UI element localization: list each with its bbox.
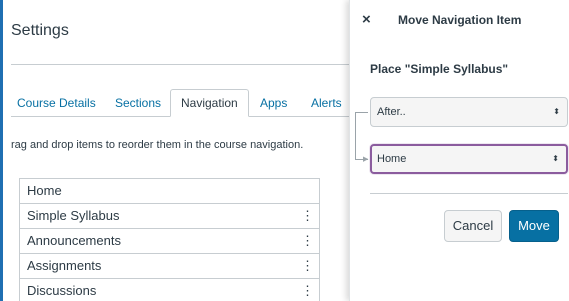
cancel-button[interactable]: Cancel [444, 210, 502, 242]
app-root: Settings Course Details Sections Navigat… [0, 0, 569, 301]
target-item-select[interactable]: Home ⬍ [370, 144, 568, 174]
tray-divider [370, 193, 568, 194]
move-item-tray: × Move Navigation Item Place "Simple Syl… [349, 0, 569, 301]
target-select-value: Home [377, 153, 407, 165]
select-arrows-icon: ⬍ [552, 154, 559, 163]
move-button[interactable]: Move [509, 210, 559, 242]
placement-connector [355, 112, 368, 160]
select-arrows-icon: ⬍ [553, 107, 560, 116]
close-icon[interactable]: × [362, 12, 371, 28]
connector-arrow-icon: ▶ [363, 156, 369, 163]
place-item-label: Place "Simple Syllabus" [370, 62, 509, 76]
position-select[interactable]: After.. ⬍ [370, 97, 568, 127]
tray-title: Move Navigation Item [398, 13, 522, 27]
position-select-value: After.. [377, 106, 406, 118]
tray-backdrop [0, 0, 349, 301]
